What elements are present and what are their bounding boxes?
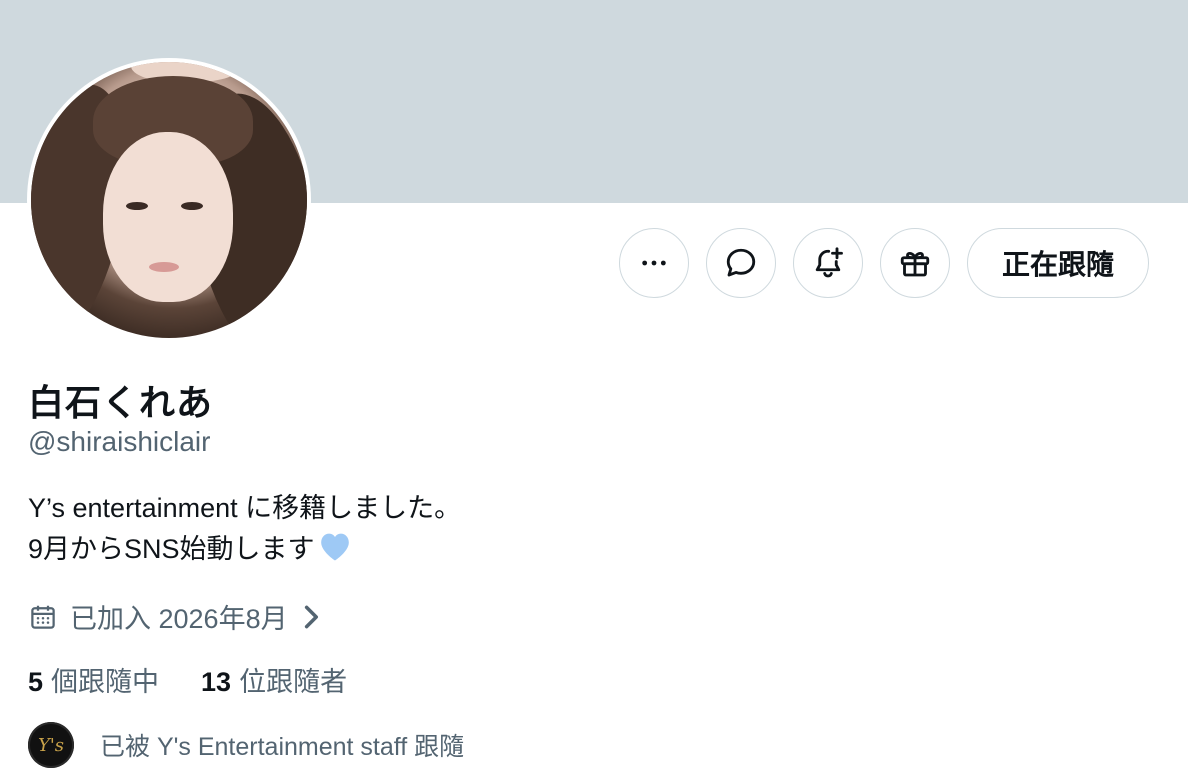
more-horizontal-icon (642, 260, 666, 266)
bio-line: 9月からSNS始動します (28, 534, 315, 564)
followers-label: 位跟隨者 (239, 667, 348, 697)
more-button[interactable] (619, 228, 689, 298)
avatar-photo (31, 62, 307, 338)
username-handle: @shiraishiclair (28, 426, 211, 457)
profile-actions: 正在跟隨 (619, 228, 1150, 298)
joined-date[interactable]: 已加入 2026年8月 (28, 597, 322, 636)
message-button[interactable] (706, 228, 776, 298)
following-stat[interactable]: 5 個跟隨中 (28, 660, 159, 699)
gift-button[interactable] (880, 228, 950, 298)
joined-label: 已加入 2026年8月 (70, 604, 288, 634)
followers-count: 13 (201, 667, 232, 697)
display-name: 白石くれあ (28, 382, 214, 423)
follow-stats: 5 個跟隨中 13 位跟隨者 (28, 660, 389, 699)
message-bubble-icon (726, 248, 756, 277)
followers-stat[interactable]: 13 位跟隨者 (201, 660, 347, 699)
bell-plus-icon (815, 247, 843, 278)
profile-bio: Y’s entertainment に移籍しました。 9月からSNS始動します (28, 488, 461, 570)
followed-by[interactable]: Y's 已被 Y's Entertainment staff 跟隨 (28, 722, 464, 768)
following-count: 5 (28, 667, 44, 697)
following-button[interactable]: 正在跟隨 (967, 228, 1150, 298)
following-label: 個跟隨中 (51, 667, 160, 697)
followed-by-text: 已被 Y's Entertainment staff 跟隨 (100, 733, 465, 761)
blue-heart-icon (320, 533, 349, 561)
follower-avatar[interactable]: Y's (28, 722, 74, 768)
gift-icon (900, 251, 930, 277)
bio-line-with-heart: 9月からSNS始動します (28, 529, 461, 570)
notifications-button[interactable] (793, 228, 863, 298)
bio-line: Y’s entertainment に移籍しました。 (28, 493, 462, 523)
profile-avatar[interactable] (27, 58, 311, 342)
chevron-right-icon (304, 605, 318, 628)
calendar-icon (31, 605, 55, 629)
